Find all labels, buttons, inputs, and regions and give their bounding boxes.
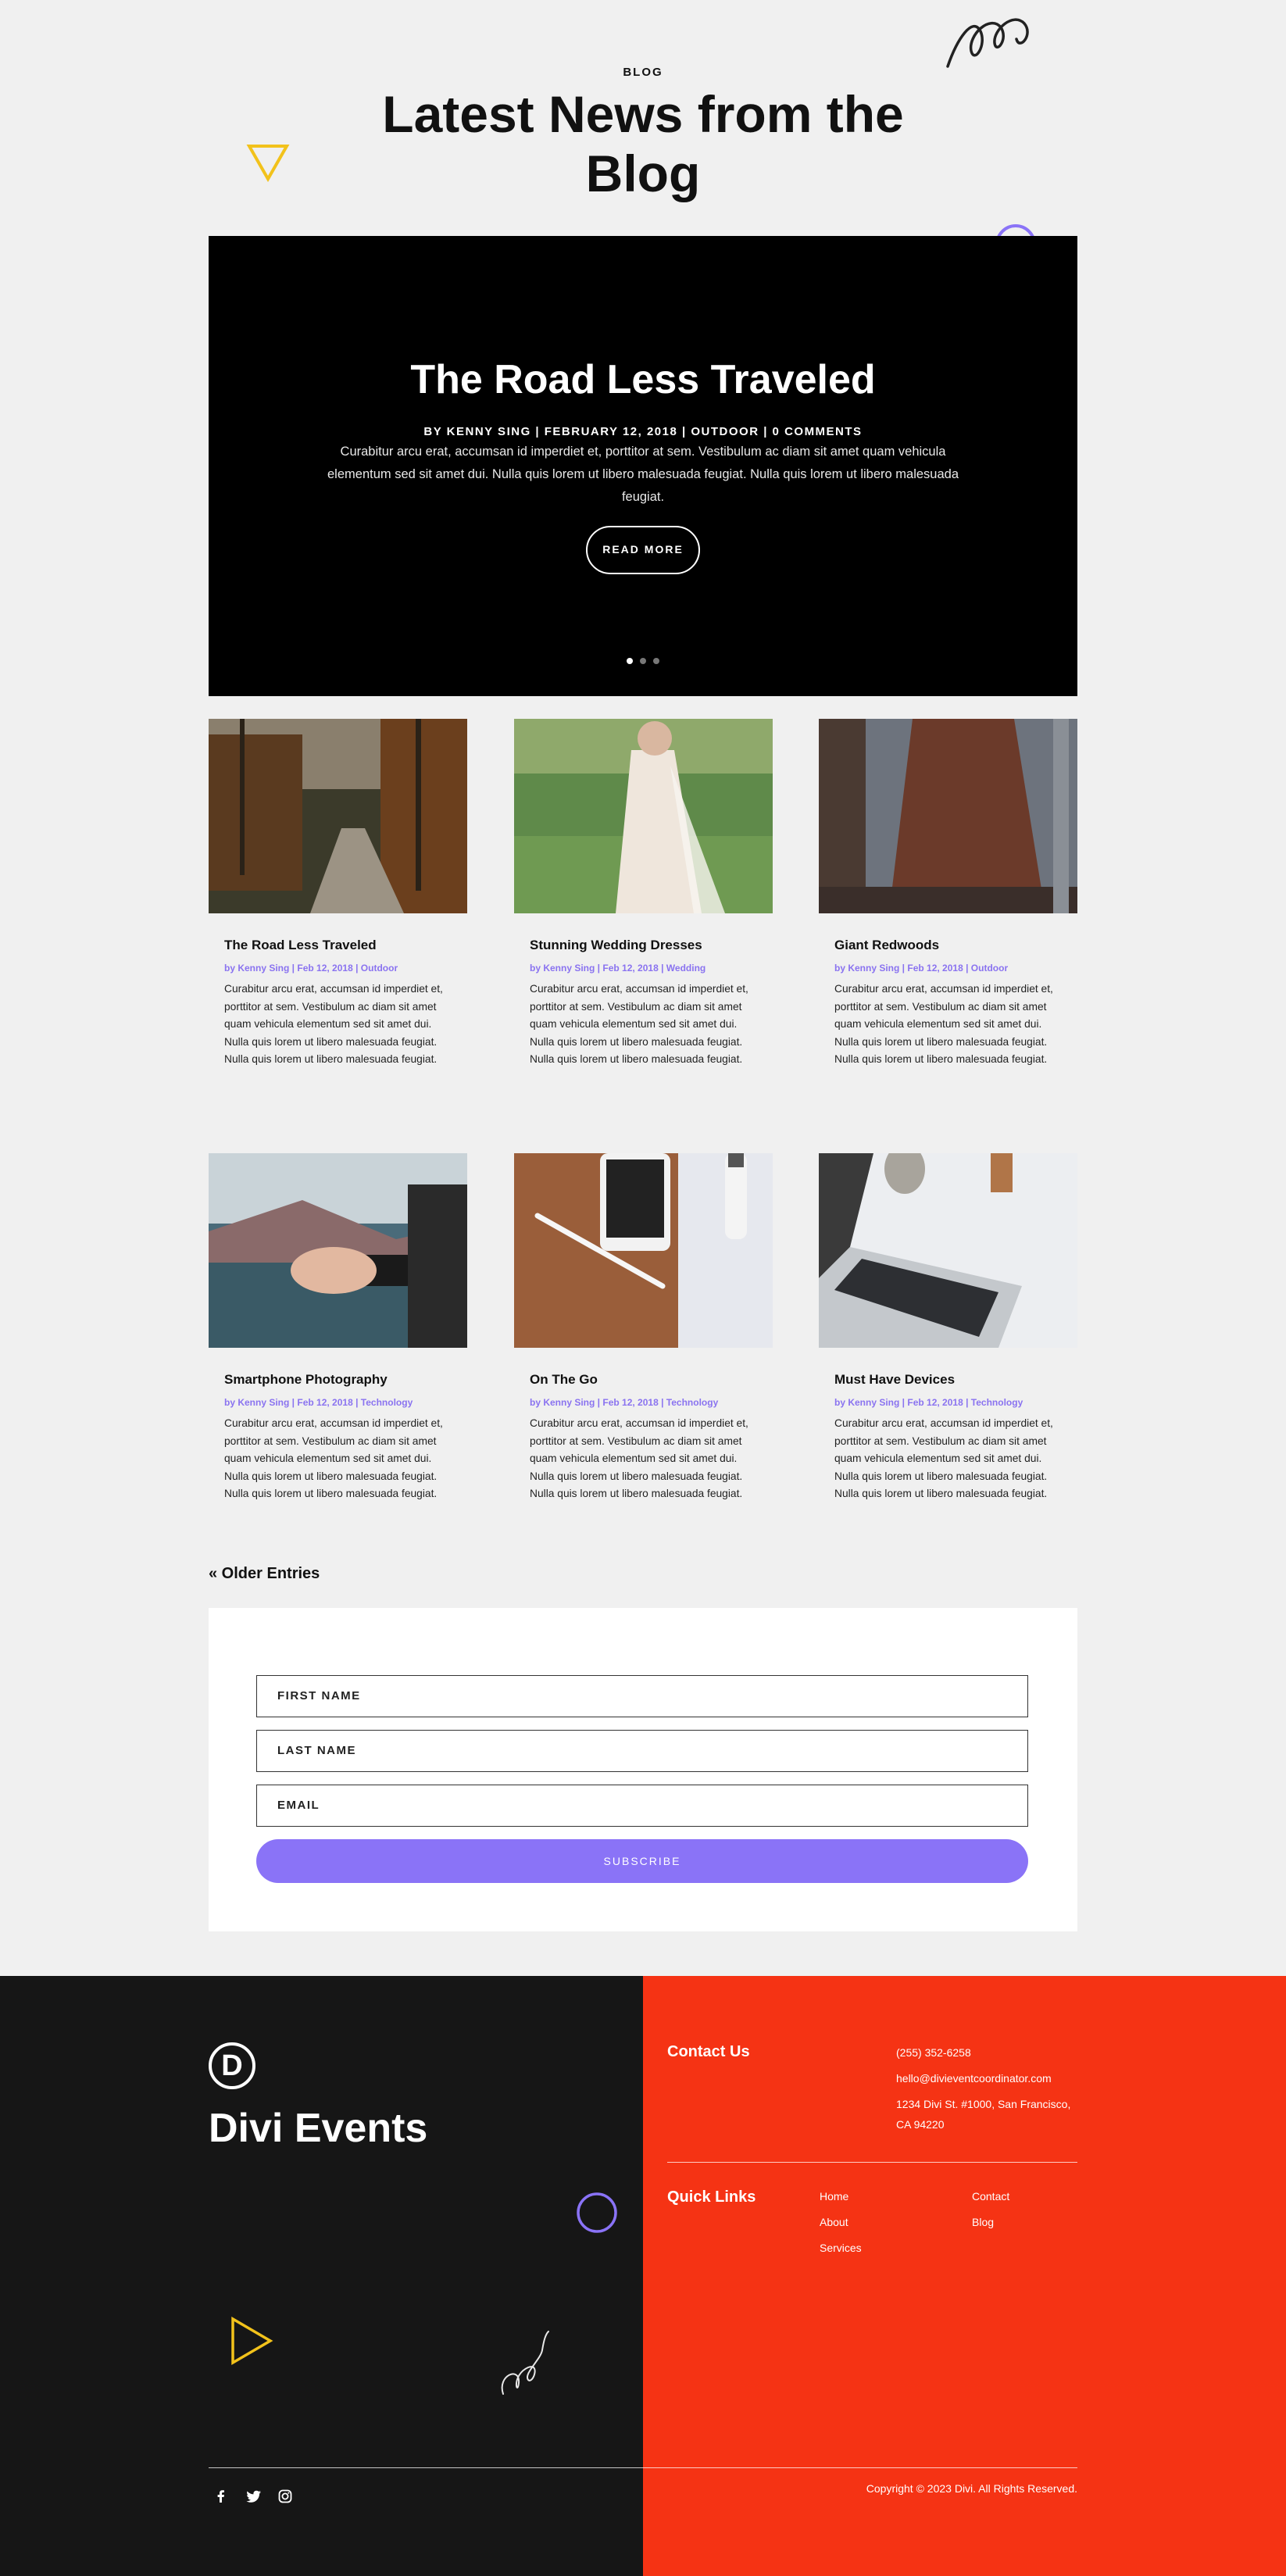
post-image[interactable] — [514, 719, 773, 913]
last-name-field[interactable]: LAST NAME — [256, 1730, 1028, 1772]
post-title[interactable]: The Road Less Traveled — [224, 938, 467, 953]
post-date: Feb 12, 2018 — [907, 1397, 963, 1408]
triangle-decoration-icon — [246, 145, 290, 182]
post-image[interactable] — [209, 1153, 467, 1348]
post-title[interactable]: Must Have Devices — [834, 1372, 1077, 1388]
post-meta: by Kenny Sing | Feb 12, 2018 | Outdoor — [834, 963, 1009, 974]
play-triangle-decoration-icon — [231, 2316, 273, 2366]
post-card: On The Go by Kenny Sing | Feb 12, 2018 |… — [514, 1153, 773, 1503]
post-author[interactable]: by Kenny Sing — [530, 963, 595, 974]
squiggle-decoration-icon — [946, 18, 1029, 68]
post-image[interactable] — [209, 719, 467, 913]
slider-dot-3[interactable] — [653, 658, 659, 664]
forest-path-photo — [209, 719, 467, 913]
post-author[interactable]: by Kenny Sing — [530, 1397, 595, 1408]
post-category[interactable]: Wedding — [666, 963, 706, 974]
laptop-keyboard-photo — [819, 1153, 1077, 1348]
footer-link-about[interactable]: About — [820, 2216, 848, 2228]
post-date: Feb 12, 2018 — [602, 1397, 659, 1408]
post-title[interactable]: Stunning Wedding Dresses — [530, 938, 773, 953]
post-category[interactable]: Technology — [971, 1397, 1023, 1408]
post-meta: by Kenny Sing | Feb 12, 2018 | Wedding — [530, 963, 706, 974]
slider-dot-1[interactable] — [627, 658, 633, 664]
footer-link-services[interactable]: Services — [820, 2242, 862, 2254]
post-date: Feb 12, 2018 — [602, 963, 659, 974]
footer-brand-name: Divi Events — [209, 2106, 428, 2151]
post-meta: by Kenny Sing | Feb 12, 2018 | Technolog… — [834, 1397, 1023, 1408]
post-category[interactable]: Technology — [361, 1397, 413, 1408]
post-date: Feb 12, 2018 — [907, 963, 963, 974]
post-excerpt: Curabitur arcu erat, accumsan id imperdi… — [224, 983, 443, 1065]
post-excerpt: Curabitur arcu erat, accumsan id imperdi… — [834, 1417, 1053, 1499]
bride-dress-photo — [514, 719, 773, 913]
twitter-icon[interactable] — [246, 2489, 262, 2503]
divi-logo-icon[interactable]: D — [209, 2042, 255, 2089]
footer-link-home[interactable]: Home — [820, 2190, 848, 2203]
slide-meta: BY KENNY SING | FEBRUARY 12, 2018 | OUTD… — [423, 425, 863, 438]
phone-photography-photo — [209, 1153, 467, 1348]
slide-title[interactable]: The Road Less Traveled — [209, 356, 1077, 403]
footer-bottom-divider — [209, 2467, 1077, 2468]
post-meta: by Kenny Sing | Feb 12, 2018 | Technolog… — [530, 1397, 719, 1408]
contact-heading: Contact Us — [667, 2043, 750, 2060]
footer-link-blog[interactable]: Blog — [972, 2216, 994, 2228]
post-card: Giant Redwoods by Kenny Sing | Feb 12, 2… — [819, 719, 1077, 1069]
slider-dot-2[interactable] — [640, 658, 646, 664]
section-eyebrow: BLOG — [623, 66, 663, 79]
older-entries-link[interactable]: « Older Entries — [209, 1565, 320, 1583]
first-name-field[interactable]: FIRST NAME — [256, 1675, 1028, 1717]
post-author[interactable]: by Kenny Sing — [224, 1397, 289, 1408]
read-more-button[interactable]: READ MORE — [586, 526, 700, 574]
featured-slider: The Road Less Traveled BY KENNY SING | F… — [209, 236, 1077, 696]
phone-tablet-photo — [514, 1153, 773, 1348]
post-card: The Road Less Traveled by Kenny Sing | F… — [209, 719, 467, 1069]
email-field[interactable]: EMAIL — [256, 1785, 1028, 1827]
contact-address: 1234 Divi St. #1000, San Francisco, CA 9… — [896, 2098, 1071, 2131]
post-image[interactable] — [819, 719, 1077, 913]
post-meta: by Kenny Sing | Feb 12, 2018 | Outdoor — [224, 963, 398, 974]
post-category[interactable]: Outdoor — [361, 963, 398, 974]
copyright-text: Copyright © 2023 Divi. All Rights Reserv… — [866, 2482, 1077, 2495]
post-card: Smartphone Photography by Kenny Sing | F… — [209, 1153, 467, 1503]
subscribe-button[interactable]: SUBSCRIBE — [256, 1839, 1028, 1883]
post-title[interactable]: Giant Redwoods — [834, 938, 1077, 953]
circle-decoration-icon — [577, 2192, 617, 2233]
quick-links-heading: Quick Links — [667, 2188, 756, 2206]
post-excerpt: Curabitur arcu erat, accumsan id imperdi… — [530, 1417, 748, 1499]
facebook-icon[interactable] — [214, 2489, 228, 2503]
subscribe-form: FIRST NAME LAST NAME EMAIL SUBSCRIBE — [209, 1608, 1077, 1931]
post-card: Must Have Devices by Kenny Sing | Feb 12… — [819, 1153, 1077, 1503]
instagram-icon[interactable] — [278, 2489, 292, 2503]
post-author[interactable]: by Kenny Sing — [834, 1397, 899, 1408]
footer-brand-panel — [0, 1976, 643, 2576]
post-excerpt: Curabitur arcu erat, accumsan id imperdi… — [530, 983, 748, 1065]
contact-email[interactable]: hello@divieventcoordinator.com — [896, 2068, 1052, 2088]
post-date: Feb 12, 2018 — [297, 1397, 353, 1408]
slide-excerpt: Curabitur arcu erat, accumsan id imperdi… — [327, 445, 959, 504]
post-card: Stunning Wedding Dresses by Kenny Sing |… — [514, 719, 773, 1069]
post-excerpt: Curabitur arcu erat, accumsan id imperdi… — [224, 1417, 443, 1499]
post-image[interactable] — [514, 1153, 773, 1348]
post-title[interactable]: On The Go — [530, 1372, 773, 1388]
footer-link-contact[interactable]: Contact — [972, 2190, 1009, 2203]
post-meta: by Kenny Sing | Feb 12, 2018 | Technolog… — [224, 1397, 413, 1408]
post-date: Feb 12, 2018 — [297, 963, 353, 974]
post-title[interactable]: Smartphone Photography — [224, 1372, 467, 1388]
post-excerpt: Curabitur arcu erat, accumsan id imperdi… — [834, 983, 1053, 1065]
contact-phone[interactable]: (255) 352-6258 — [896, 2042, 971, 2063]
post-image[interactable] — [819, 1153, 1077, 1348]
page-title: Latest News from the Blog — [382, 85, 904, 202]
squiggle-decoration-icon — [501, 2331, 549, 2395]
post-author[interactable]: by Kenny Sing — [224, 963, 289, 974]
redwood-tree-photo — [819, 719, 1077, 913]
footer-divider — [667, 2162, 1077, 2163]
post-category[interactable]: Outdoor — [971, 963, 1008, 974]
post-category[interactable]: Technology — [666, 1397, 718, 1408]
post-author[interactable]: by Kenny Sing — [834, 963, 899, 974]
